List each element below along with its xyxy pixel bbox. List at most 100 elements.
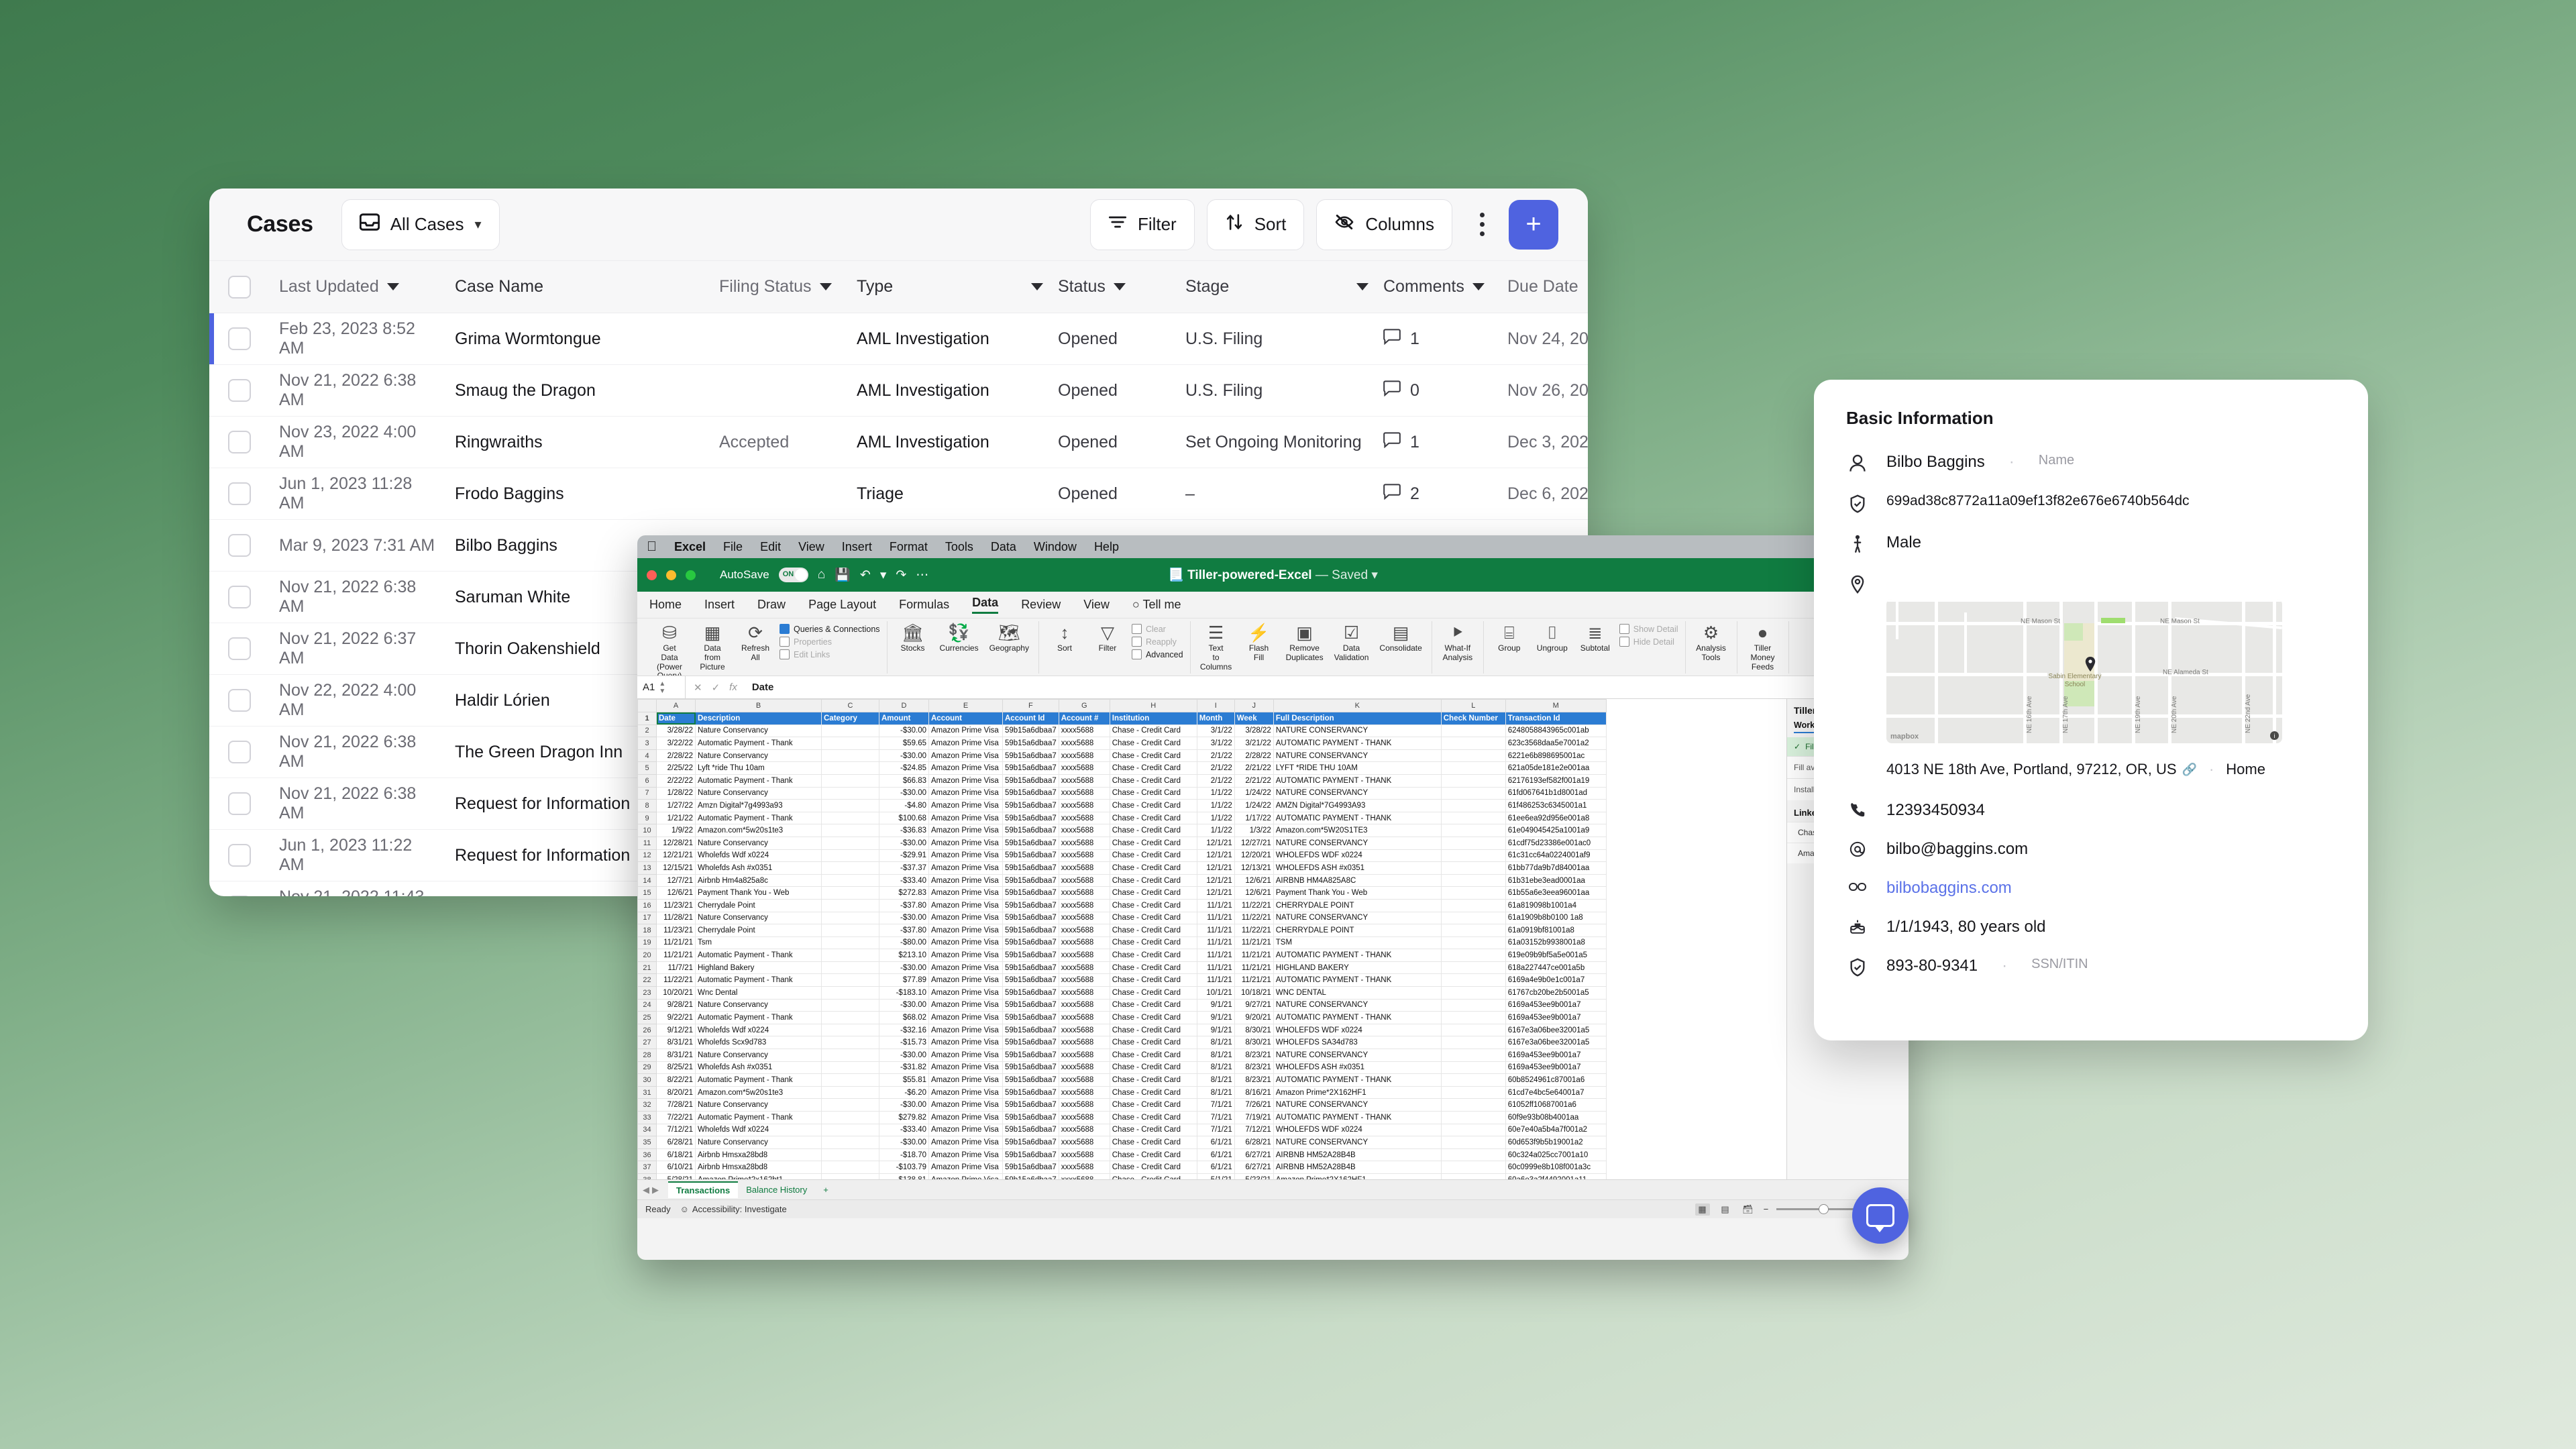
grid-cell-check-number[interactable] (1440, 1136, 1506, 1149)
grid-cell-institution[interactable]: Chase - Credit Card (1109, 811, 1197, 825)
page-layout-view-icon[interactable]: ▤ (1718, 1203, 1733, 1216)
grid-cell-transaction-id[interactable]: 6221e6b898695001ac (1505, 749, 1607, 763)
spreadsheet-grid[interactable]: ABCDEFGHIJKLM 1 Date Description Category Am… (637, 699, 1786, 1179)
sheet-nav-arrows[interactable]: ◀▶ (643, 1185, 661, 1195)
grid-cell-amount[interactable]: $213.10 (879, 949, 929, 962)
grid-cell-full-description[interactable]: NATURE CONSERVANCY (1273, 998, 1442, 1012)
grid-cell-full-description[interactable]: Amazon Prime*2X162HF1 (1273, 1173, 1442, 1179)
ribbon-button-consolidate[interactable]: ▤ Consolidate (1377, 621, 1424, 655)
grid-col-header-G[interactable]: G (1058, 699, 1110, 712)
grid-cell-month[interactable]: 12/1/21 (1196, 886, 1235, 900)
grid-cell-week[interactable]: 1/24/22 (1234, 799, 1274, 812)
grid-cell-category[interactable] (821, 886, 879, 900)
grid-cell-description[interactable]: Amazon.com*5w20s1te3 (695, 1085, 822, 1099)
grid-cell-transaction-id[interactable]: 618a227447ce001a5b (1505, 961, 1607, 975)
ribbon-tab-tell-me[interactable]: ○ Tell me (1132, 598, 1181, 612)
grid-cell-date[interactable]: 9/12/21 (656, 1023, 696, 1037)
ribbon-button-subtotal[interactable]: ≣ Subtotal (1576, 621, 1614, 655)
grid-cell-transaction-id[interactable]: 61a1909b8b0100 1a8 (1505, 911, 1607, 925)
column-header-due-date[interactable]: Due Date (1507, 277, 1588, 297)
grid-cell-month[interactable]: 1/1/22 (1196, 811, 1235, 825)
grid-cell-institution[interactable]: Chase - Credit Card (1109, 836, 1197, 850)
column-header-filing-status[interactable]: Filing Status (719, 277, 857, 297)
grid-cell-account-number[interactable]: xxxx5688 (1058, 1023, 1110, 1037)
grid-row-number[interactable]: 23 (637, 986, 657, 1000)
grid-cell-account-id[interactable]: 59b15a6dbaa7 (1002, 998, 1059, 1012)
grid-cell-week[interactable]: 11/21/21 (1234, 936, 1274, 950)
grid-row-number[interactable]: 8 (637, 799, 657, 812)
grid-cell-account-id[interactable]: 59b15a6dbaa7 (1002, 724, 1059, 738)
grid-cell-account-number[interactable]: xxxx5688 (1058, 898, 1110, 912)
grid-cell-account-id[interactable]: 59b15a6dbaa7 (1002, 886, 1059, 900)
grid-cell-week[interactable]: 1/3/22 (1234, 824, 1274, 837)
grid-cell-description[interactable]: Automatic Payment - Thank (695, 949, 822, 962)
grid-cell-week[interactable]: 3/21/22 (1234, 737, 1274, 750)
grid-cell-account-id[interactable]: 59b15a6dbaa7 (1002, 911, 1059, 925)
grid-cell-check-number[interactable] (1440, 849, 1506, 863)
grid-cell-amount[interactable]: -$30.00 (879, 1049, 929, 1062)
grid-cell-month[interactable]: 1/1/22 (1196, 824, 1235, 837)
grid-cell-check-number[interactable] (1440, 949, 1506, 962)
grid-cell-month[interactable]: 12/1/21 (1196, 849, 1235, 863)
grid-cell-check-number[interactable] (1440, 1173, 1506, 1179)
grid-row-number[interactable]: 38 (637, 1173, 657, 1179)
grid-cell-account-number[interactable]: xxxx5688 (1058, 861, 1110, 875)
row-checkbox[interactable] (228, 586, 251, 608)
grid-cell-account[interactable]: Amazon Prime Visa (928, 1085, 1003, 1099)
grid-cell-date[interactable]: 9/22/21 (656, 1011, 696, 1024)
grid-cell-description[interactable]: Lyft *ride Thu 10am (695, 761, 822, 775)
grid-cell-full-description[interactable]: AIRBNB HM4A825A8C (1273, 873, 1442, 888)
ribbon-button-what-if-analysis[interactable]: ⯈ What-If Analysis (1439, 621, 1477, 665)
grid-cell-month[interactable]: 11/1/21 (1196, 898, 1235, 912)
grid-header-cell[interactable]: Category (821, 712, 879, 725)
grid-cell-account[interactable]: Amazon Prime Visa (928, 1161, 1003, 1174)
grid-cell-description[interactable]: Automatic Payment - Thank (695, 773, 822, 788)
grid-cell-account-number[interactable]: xxxx5688 (1058, 824, 1110, 837)
chevron-down-icon[interactable]: ▾ (1371, 568, 1378, 582)
grid-cell-account-id[interactable]: 59b15a6dbaa7 (1002, 1011, 1059, 1024)
row-checkbox[interactable] (228, 741, 251, 763)
grid-cell-check-number[interactable] (1440, 1161, 1506, 1174)
grid-row-number[interactable]: 35 (637, 1136, 657, 1149)
grid-cell-transaction-id[interactable]: 6169a453ee9b001a7 (1505, 998, 1607, 1012)
grid-cell-date[interactable]: 9/28/21 (656, 998, 696, 1012)
ribbon-button-remove-duplicates[interactable]: ▣ Remove Duplicates (1283, 621, 1326, 665)
grid-cell-month[interactable]: 8/1/21 (1196, 1049, 1235, 1062)
grid-cell-full-description[interactable]: TSM (1273, 936, 1442, 950)
grid-cell-date[interactable]: 1/27/22 (656, 799, 696, 812)
zoom-out-button[interactable]: − (1764, 1204, 1769, 1214)
grid-cell-date[interactable]: 11/7/21 (656, 961, 696, 975)
grid-cell-institution[interactable]: Chase - Credit Card (1109, 924, 1197, 937)
grid-cell-institution[interactable]: Chase - Credit Card (1109, 824, 1197, 837)
grid-cell-date[interactable]: 12/15/21 (656, 861, 696, 875)
grid-cell-institution[interactable]: Chase - Credit Card (1109, 849, 1197, 863)
grid-cell-amount[interactable]: -$4.80 (879, 799, 929, 812)
grid-cell-amount[interactable]: -$30.00 (879, 836, 929, 850)
grid-cell-category[interactable] (821, 1161, 879, 1174)
grid-cell-category[interactable] (821, 973, 879, 987)
grid-cell-category[interactable] (821, 1123, 879, 1137)
grid-cell-description[interactable]: Automatic Payment - Thank (695, 1011, 822, 1024)
grid-cell-week[interactable]: 11/22/21 (1234, 924, 1274, 937)
grid-cell-month[interactable]: 7/1/21 (1196, 1098, 1235, 1112)
grid-cell-transaction-id[interactable]: 619e09b9bf5a5e001a5 (1505, 949, 1607, 962)
cancel-icon[interactable]: ✕ (694, 682, 702, 694)
grid-cell-account-id[interactable]: 59b15a6dbaa7 (1002, 873, 1059, 888)
grid-cell-account-id[interactable]: 59b15a6dbaa7 (1002, 1073, 1059, 1087)
grid-cell-transaction-id[interactable]: 61b55a6e3eea96001aa (1505, 886, 1607, 900)
grid-cell-check-number[interactable] (1440, 936, 1506, 950)
grid-cell-account[interactable]: Amazon Prime Visa (928, 1061, 1003, 1075)
grid-col-header-L[interactable]: L (1440, 699, 1506, 712)
grid-cell-transaction-id[interactable]: 61fd067641b1d8001ad (1505, 786, 1607, 800)
grid-cell-account-id[interactable]: 59b15a6dbaa7 (1002, 1161, 1059, 1174)
grid-cell-category[interactable] (821, 1011, 879, 1024)
grid-cell-description[interactable]: Airbnb Hmsxa28bd8 (695, 1161, 822, 1174)
function-icon[interactable]: fx (729, 682, 737, 694)
grid-cell-date[interactable]: 6/10/21 (656, 1161, 696, 1174)
grid-cell-category[interactable] (821, 1111, 879, 1124)
grid-cell-institution[interactable]: Chase - Credit Card (1109, 936, 1197, 950)
row-select-cell[interactable] (209, 327, 270, 350)
grid-cell-week[interactable]: 12/6/21 (1234, 873, 1274, 888)
grid-cell-category[interactable] (821, 998, 879, 1012)
grid-cell-week[interactable]: 8/23/21 (1234, 1073, 1274, 1087)
